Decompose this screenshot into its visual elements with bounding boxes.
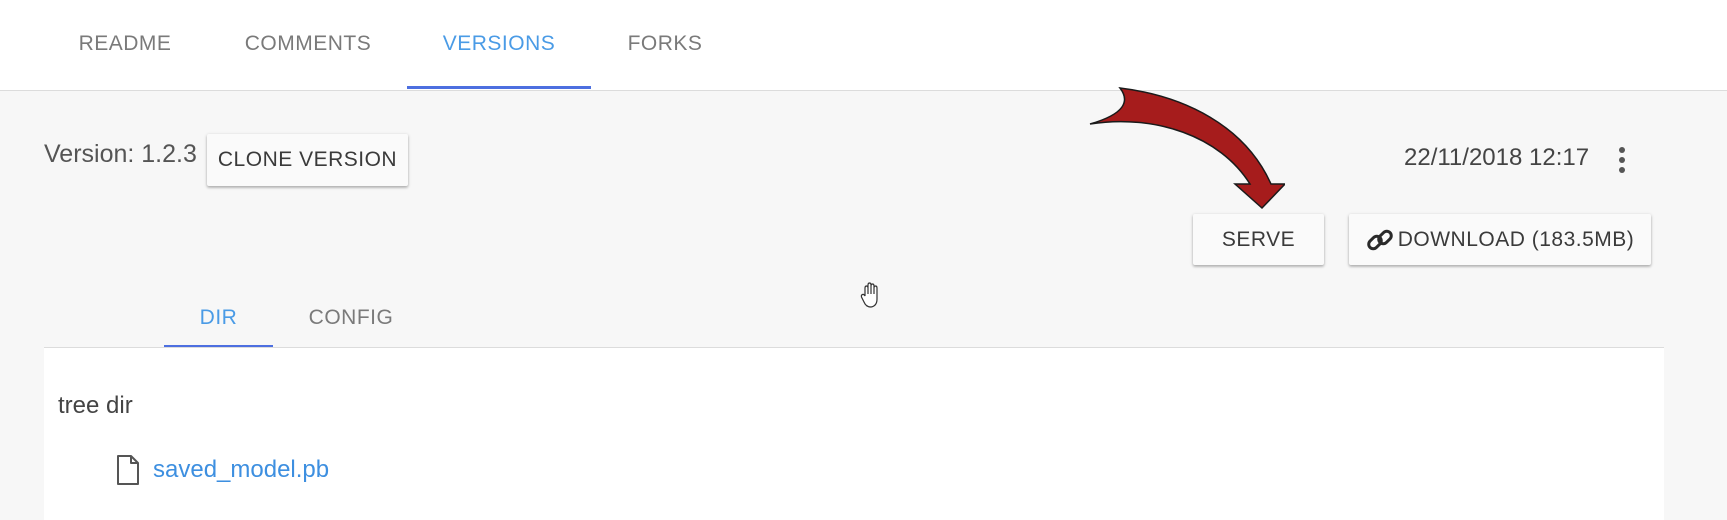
download-button-label: DOWNLOAD (183.5MB) [1397, 227, 1635, 251]
subtab-dir[interactable]: DIR [164, 290, 273, 348]
subtab-config[interactable]: CONFIG [296, 290, 406, 346]
tab-versions[interactable]: VERSIONS [407, 0, 591, 89]
version-label: Version: 1.2.3 [44, 140, 197, 168]
tree-panel [44, 348, 1664, 520]
file-link-saved-model[interactable]: saved_model.pb [153, 456, 329, 484]
tree-title: tree dir [58, 392, 133, 419]
version-timestamp: 22/11/2018 12:17 [1404, 144, 1590, 171]
link-icon [1366, 229, 1393, 250]
tab-readme[interactable]: README [70, 0, 180, 88]
hand-cursor-icon [860, 282, 878, 308]
tab-comments[interactable]: COMMENTS [238, 0, 378, 88]
top-tab-bar: README COMMENTS VERSIONS FORKS [0, 0, 1727, 91]
tab-forks[interactable]: FORKS [615, 0, 715, 88]
download-button[interactable]: DOWNLOAD (183.5MB) [1349, 214, 1651, 265]
file-icon [117, 455, 139, 485]
clone-version-button[interactable]: CLONE VERSION [207, 134, 408, 186]
more-vertical-icon[interactable] [1614, 145, 1630, 175]
annotation-arrow [1089, 87, 1285, 210]
serve-button[interactable]: SERVE [1193, 214, 1324, 265]
